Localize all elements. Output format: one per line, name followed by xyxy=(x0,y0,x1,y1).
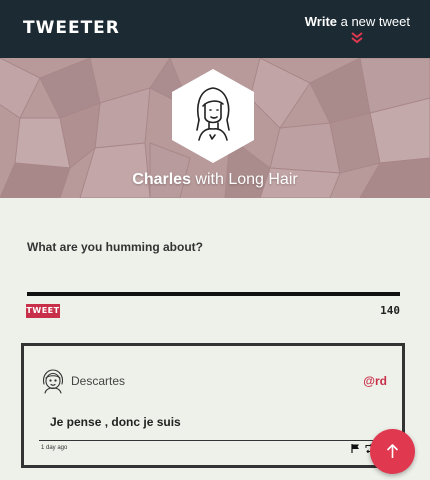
scroll-to-top-button[interactable] xyxy=(370,429,415,474)
character-count: 140 xyxy=(380,304,400,317)
brand-logo[interactable]: TWEETER xyxy=(23,18,120,38)
write-new-tweet-label: Write a new tweet xyxy=(304,14,410,29)
profile-name: Charles with Long Hair xyxy=(132,171,298,188)
user-avatar-icon[interactable] xyxy=(41,368,65,394)
tweet-divider xyxy=(39,440,393,441)
tweet-timestamp: 1 day ago xyxy=(41,445,68,451)
author-handle[interactable]: @rd xyxy=(363,374,387,388)
arrow-up-icon xyxy=(386,444,399,458)
composer-prompt: What are you humming about? xyxy=(27,240,203,254)
tweet-text: Je pense , donc je suis xyxy=(50,415,181,429)
profile-banner: Charles with Long Hair xyxy=(0,58,430,198)
author-name[interactable]: Descartes xyxy=(71,374,125,388)
top-nav: TWEETER Write a new tweet xyxy=(0,0,430,58)
tweet-button[interactable]: TWEET xyxy=(26,304,60,318)
tweet-input[interactable] xyxy=(27,258,400,296)
double-chevron-down-icon xyxy=(351,32,363,44)
write-new-tweet-toggle[interactable]: Write a new tweet xyxy=(305,14,410,45)
tweet-card: Descartes @rd Je pense , donc je suis 1 … xyxy=(21,343,405,468)
flag-icon[interactable] xyxy=(351,444,360,453)
long-hair-avatar-icon[interactable] xyxy=(171,68,255,164)
